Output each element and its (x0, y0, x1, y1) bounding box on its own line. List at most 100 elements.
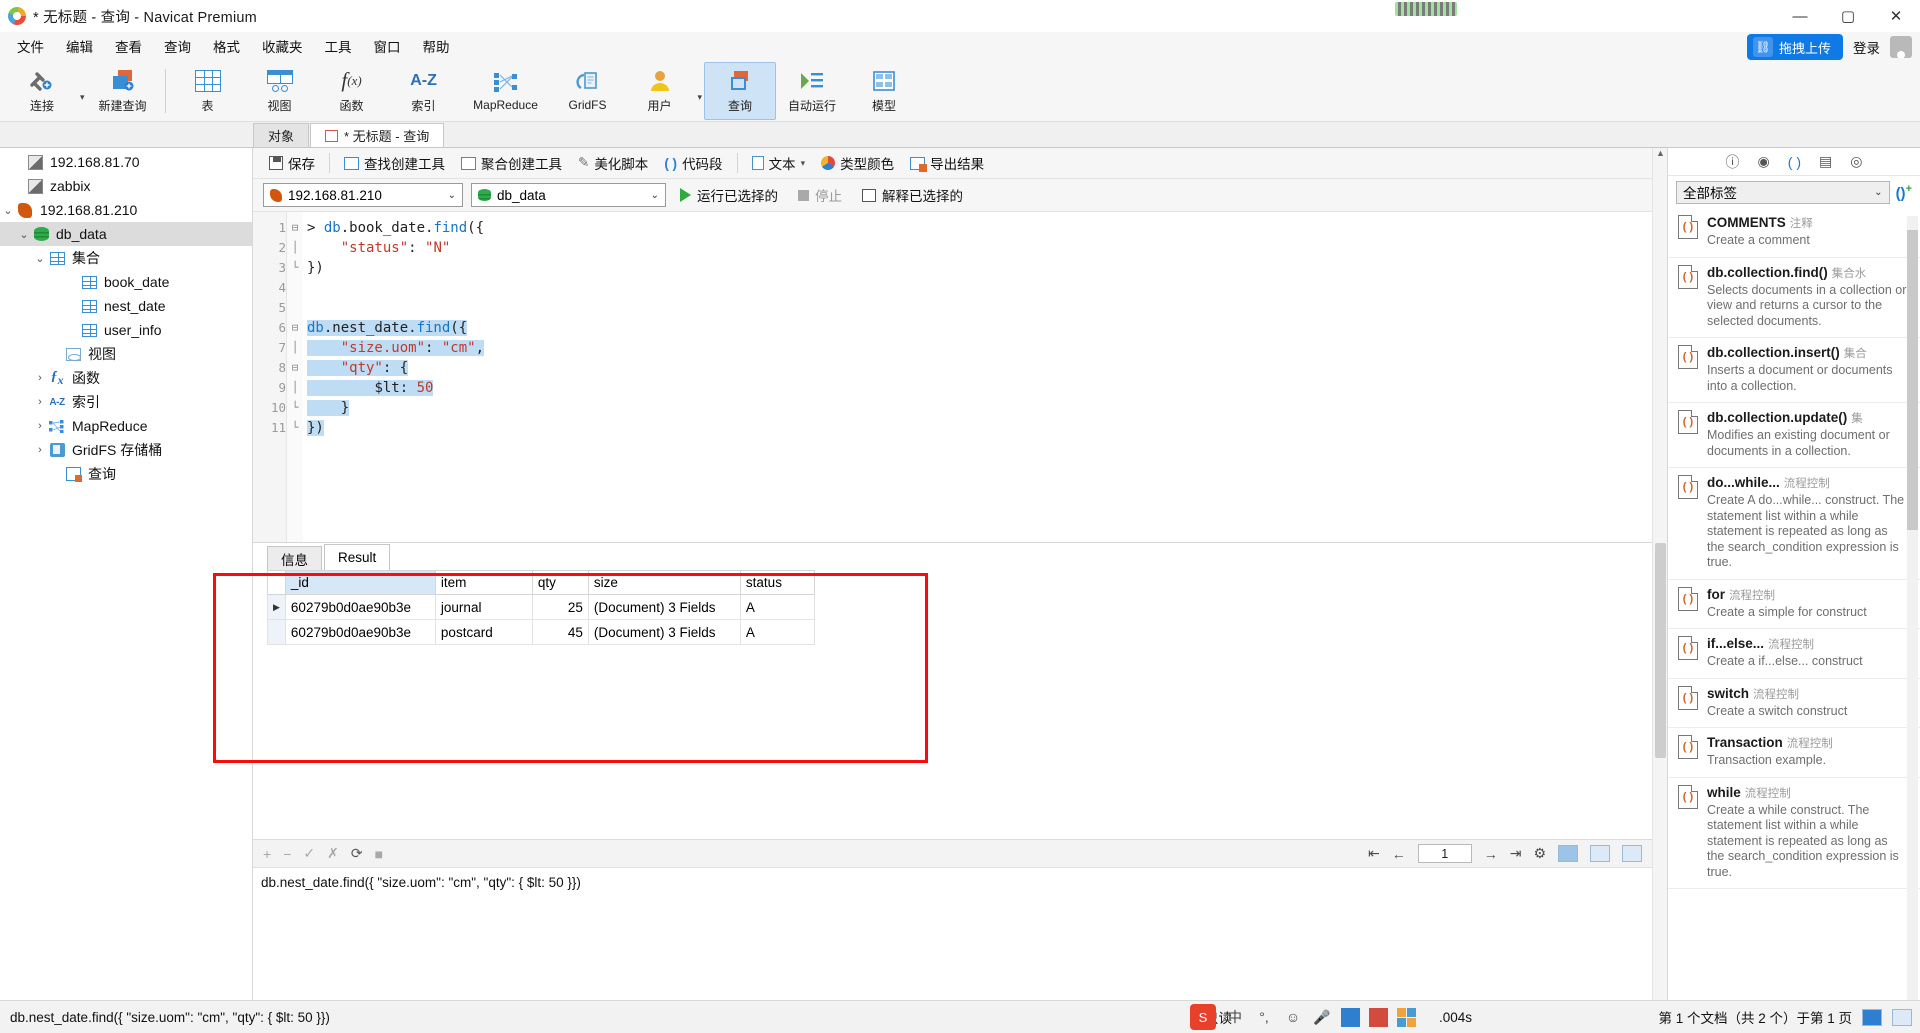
eye-icon[interactable]: ◉ (1758, 153, 1770, 170)
chevron-right-icon[interactable]: › (32, 396, 48, 408)
save-button[interactable]: 保存 (261, 150, 323, 176)
tree-node-functions[interactable]: › ƒx 函数 (0, 366, 252, 390)
toolbar-new-query[interactable]: 新建查询 (87, 62, 159, 120)
code-line[interactable] (307, 298, 1652, 318)
fold-marker[interactable]: │ (287, 378, 303, 398)
cell-item[interactable]: postcard (434, 619, 533, 645)
grid-apply-button[interactable]: ✓ (303, 845, 315, 862)
code-line[interactable]: "status": "N" (307, 238, 1652, 258)
tree-node-collections[interactable]: ⌄ 集合 (0, 246, 252, 270)
tree-node-db-data[interactable]: ⌄ db_data (0, 222, 252, 246)
tab-untitled-query[interactable]: * 无标题 - 查询 (310, 123, 445, 147)
menu-view[interactable]: 查看 (104, 32, 153, 60)
code-line[interactable]: "size.uom": "cm", (307, 338, 1652, 358)
venn-icon[interactable]: ◎ (1850, 153, 1862, 170)
tree-node-192-168-81-210[interactable]: ⌄ 192.168.81.210 (0, 198, 252, 222)
page-input[interactable]: 1 (1417, 844, 1472, 863)
grid-layout-button[interactable] (1862, 1008, 1882, 1026)
tree-view-button[interactable] (1622, 845, 1642, 862)
menu-file[interactable]: 文件 (6, 32, 55, 60)
chevron-down-icon[interactable]: ⌄ (32, 252, 48, 265)
column-header-status[interactable]: status (739, 570, 815, 595)
menu-format[interactable]: 格式 (202, 32, 251, 60)
toolbox-icon[interactable] (1369, 1007, 1388, 1027)
chevron-down-icon[interactable]: ⌄ (651, 190, 659, 201)
user-dropdown-caret-icon[interactable]: ▾ (698, 92, 703, 103)
column-header-item[interactable]: item (434, 570, 533, 595)
tree-node-mapreduce[interactable]: › MapReduce (0, 414, 252, 438)
snippet-button[interactable]: ( ) 代码段 (656, 150, 730, 176)
fold-marker[interactable]: │ (287, 238, 303, 258)
toolbar-gridfs[interactable]: GridFS (552, 62, 624, 120)
result-grid[interactable]: _id item qty size status ▶ 60279b0d0ae90… (267, 570, 815, 645)
chevron-right-icon[interactable]: › (32, 444, 48, 456)
code-line[interactable]: "qty": { (307, 358, 1652, 378)
code-content[interactable]: > db.book_date.find({ "status": "N"}) db… (303, 212, 1652, 542)
form-view-button[interactable] (1590, 845, 1610, 862)
chevron-down-icon[interactable]: ⌄ (448, 190, 456, 201)
tab-message[interactable]: 信息 (267, 546, 322, 570)
scroll-up-arrow-icon[interactable]: ▲ (1653, 148, 1668, 163)
list-item[interactable]: ( ) while 流程控制 Create a while construct. Th… (1668, 778, 1920, 889)
minimize-button[interactable]: — (1776, 0, 1824, 32)
tree-node-nest-date[interactable]: nest_date (0, 294, 252, 318)
toolbar-query[interactable]: 查询 (704, 61, 777, 120)
info-icon[interactable]: ⓘ (1726, 152, 1740, 172)
cell-status[interactable]: A (739, 594, 815, 620)
snippet-list[interactable]: ( ) COMMENTS 注释 Create a comment ( ) db.colle… (1668, 208, 1920, 1020)
fold-marker[interactable]: ⊟ (287, 358, 303, 378)
menu-help[interactable]: 帮助 (412, 32, 461, 60)
menu-window[interactable]: 窗口 (363, 32, 412, 60)
chevron-down-icon[interactable]: ⌄ (16, 228, 32, 241)
list-item[interactable]: ( ) Transaction 流程控制 Transaction example. (1668, 728, 1920, 778)
fold-marker[interactable]: │ (287, 338, 303, 358)
snippet-scrollbar[interactable] (1907, 216, 1918, 1012)
fold-marker[interactable] (287, 278, 303, 298)
type-color-button[interactable]: 类型颜色 (813, 150, 902, 176)
chevron-down-icon[interactable]: ⌄ (0, 204, 16, 217)
cell-id[interactable]: 60279b0d0ae90b3e (284, 619, 436, 645)
beautify-button[interactable]: ✎ 美化脚本 (570, 150, 656, 176)
scrollbar-thumb[interactable] (1655, 543, 1666, 758)
list-item[interactable]: ( ) db.collection.update() 集 Modifies an ex… (1668, 403, 1920, 468)
tag-filter-select[interactable]: 全部标签 ⌄ (1676, 180, 1890, 204)
chevron-down-icon[interactable]: ▾ (801, 158, 806, 169)
toolbar-function[interactable]: f (x) 函数 (316, 62, 388, 120)
table-row[interactable]: ▶ 60279b0d0ae90b3e journal 25 (Document)… (267, 594, 815, 620)
export-result-button[interactable]: 导出结果 (902, 150, 992, 176)
fold-marker[interactable] (287, 298, 303, 318)
tree-node-views[interactable]: 视图 (0, 342, 252, 366)
code-line[interactable]: $lt: 50 (307, 378, 1652, 398)
table-split-icon[interactable]: ▤ (1819, 153, 1832, 170)
fold-marker[interactable]: └ (287, 418, 303, 438)
menu-tools[interactable]: 工具 (314, 32, 363, 60)
code-line[interactable]: db.nest_date.find({ (307, 318, 1652, 338)
tab-objects[interactable]: 对象 (253, 123, 310, 147)
column-header-size[interactable]: size (587, 570, 741, 595)
column-header-id[interactable]: _id (284, 570, 436, 595)
text-mode-button[interactable]: 文本 ▾ (744, 150, 814, 176)
tab-result[interactable]: Result (324, 544, 391, 570)
tree-node-indexes[interactable]: › A-Z 索引 (0, 390, 252, 414)
cell-id[interactable]: 60279b0d0ae90b3e (284, 594, 436, 620)
fold-gutter[interactable]: ⊟ │ └ ⊟ │ ⊟ │ └ └ (287, 212, 303, 542)
first-page-button[interactable]: ⇤ (1368, 845, 1380, 862)
code-line[interactable] (307, 278, 1652, 298)
emoji-icon[interactable]: ☺ (1283, 1007, 1303, 1027)
avatar[interactable] (1890, 36, 1912, 58)
toolbar-model[interactable]: 模型 (848, 62, 920, 120)
form-layout-button[interactable] (1892, 1008, 1912, 1026)
stop-button[interactable]: 停止 (792, 183, 848, 207)
tree-node-book-date[interactable]: book_date (0, 270, 252, 294)
toolbar-view[interactable]: 视图 (244, 62, 316, 120)
tree-node-user-info[interactable]: user_info (0, 318, 252, 342)
tree-node-gridfs[interactable]: › GridFS 存储桶 (0, 438, 252, 462)
chevron-right-icon[interactable]: › (32, 372, 48, 384)
code-line[interactable]: }) (307, 258, 1652, 278)
chevron-down-icon[interactable]: ⌄ (1874, 187, 1882, 198)
run-selected-button[interactable]: 运行已选择的 (674, 183, 784, 207)
grid-remove-button[interactable]: − (283, 846, 291, 862)
code-paren-icon[interactable]: ( ) (1788, 154, 1801, 170)
grid-cancel-button[interactable]: ✗ (327, 845, 339, 862)
keyboard-icon[interactable] (1341, 1007, 1360, 1027)
